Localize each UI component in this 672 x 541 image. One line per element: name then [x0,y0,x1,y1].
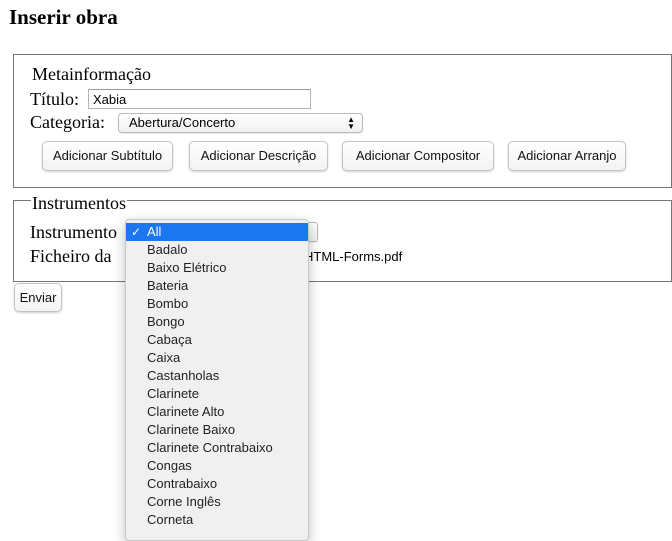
dropdown-option[interactable]: Castanholas [126,367,308,385]
dropdown-option[interactable]: Bombo [126,295,308,313]
categoria-value: Abertura/Concerto [129,115,236,130]
dropdown-option-label: Clarinete Baixo [147,422,236,437]
dropdown-option-label: Clarinete [147,386,200,401]
dropdown-option-label: Corneta [147,512,194,527]
dropdown-option[interactable]: ✓ All [126,223,308,241]
dropdown-option-label: Corne Inglês [147,494,221,509]
dropdown-option[interactable]: Caixa [126,349,308,367]
dropdown-option[interactable]: Cabaça [126,331,308,349]
dropdown-option-label: Caixa [147,350,181,365]
titulo-label: Título: [30,89,79,109]
add-description-button[interactable]: Adicionar Descrição [189,141,328,171]
page-title: Inserir obra [9,5,118,29]
dropdown-option-label: Contrabaixo [147,476,218,491]
add-composer-button[interactable]: Adicionar Compositor [342,141,494,171]
dropdown-option-label: Clarinete Contrabaixo [147,440,273,455]
dropdown-option-label: Clarinete Alto [147,404,225,419]
select-arrows-icon: ▲ ▼ [347,115,355,131]
dropdown-option-label: Cabaça [147,332,192,347]
dropdown-option[interactable]: Bongo [126,313,308,331]
file-name: HTML-Forms.pdf [304,249,403,264]
instrument-dropdown-list[interactable]: ✓ All Badalo Baixo Elétrico Bateria Bombo Bong… [125,219,309,541]
dropdown-option[interactable]: Badalo [126,241,308,259]
dropdown-option-label: Bombo [147,296,189,311]
dropdown-option[interactable]: Baixo Elétrico [126,259,308,277]
checkmark-icon: ✓ [131,225,142,239]
dropdown-option[interactable]: Clarinete [126,385,308,403]
dropdown-option-label: All [147,224,162,239]
dropdown-option[interactable]: Corneta [126,511,308,529]
dropdown-option-label: Bateria [147,278,189,293]
add-arrangement-button[interactable]: Adicionar Arranjo [508,141,626,171]
add-subtitle-button[interactable]: Adicionar Subtítulo [42,141,173,171]
ficheiro-label: Ficheiro da [30,246,112,266]
instrumento-label: Instrumento [30,222,117,242]
dropdown-option[interactable]: Congas [126,457,308,475]
dropdown-option-label: Castanholas [147,368,220,383]
dropdown-option[interactable]: Clarinete Contrabaixo [126,439,308,457]
dropdown-option-label: Baixo Elétrico [147,260,227,275]
dropdown-option-label: Badalo [147,242,188,257]
dropdown-option-label: Bongo [147,314,185,329]
dropdown-option[interactable]: Corne Inglês [126,493,308,511]
categoria-select[interactable]: Abertura/Concerto ▲ ▼ [118,113,363,133]
titulo-input[interactable] [88,89,311,109]
categoria-label: Categoria: [30,112,105,132]
dropdown-option[interactable]: Clarinete Baixo [126,421,308,439]
metainfo-legend: Metainformação [31,64,152,84]
instruments-legend: Instrumentos [31,193,127,213]
dropdown-option-label: Congas [147,458,192,473]
dropdown-option[interactable]: Clarinete Alto [126,403,308,421]
dropdown-option[interactable]: Contrabaixo [126,475,308,493]
dropdown-option[interactable]: Bateria [126,277,308,295]
submit-button[interactable]: Enviar [14,283,62,312]
